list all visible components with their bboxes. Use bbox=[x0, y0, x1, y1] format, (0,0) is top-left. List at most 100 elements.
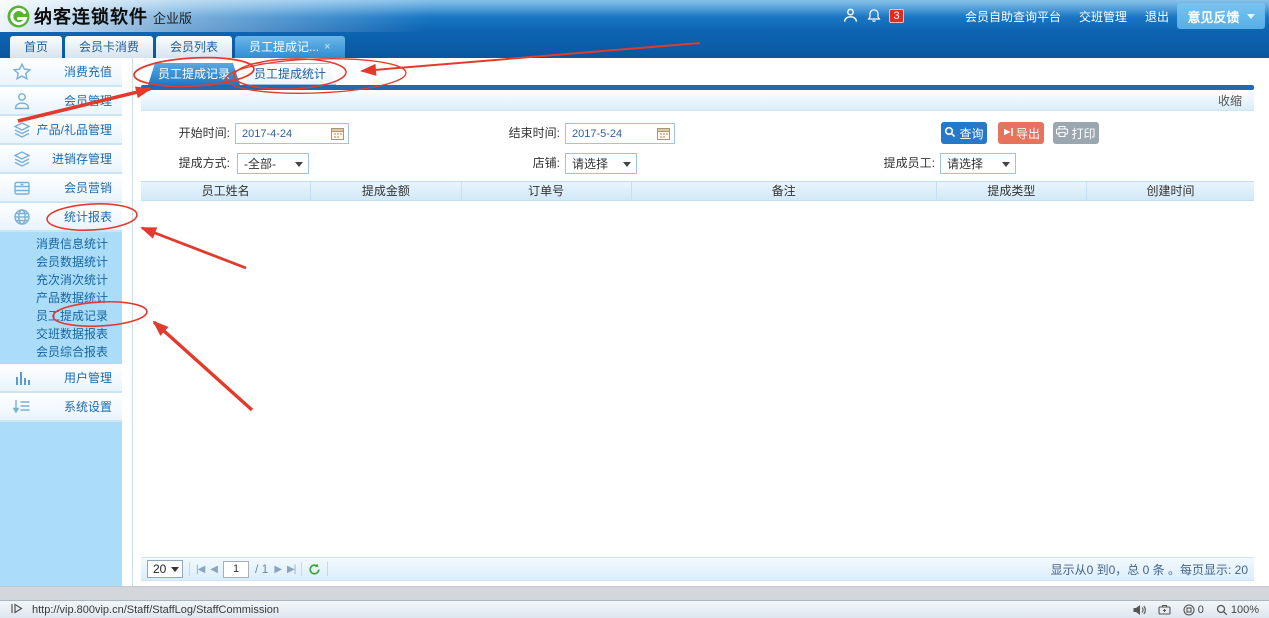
link-member-self-service[interactable]: 会员自助查询平台 bbox=[965, 8, 1061, 25]
tab-staff-commission-records[interactable]: 员工提成记录 bbox=[148, 63, 240, 85]
prev-page-icon[interactable]: ◀ bbox=[210, 564, 218, 575]
column-header-3[interactable]: 备注 bbox=[632, 182, 937, 200]
top-tab-member-list[interactable]: 会员列表 bbox=[156, 36, 233, 58]
console-error-count: 0 bbox=[1197, 603, 1204, 616]
top-tab-home[interactable]: 首页 bbox=[10, 36, 63, 58]
speaker-icon[interactable] bbox=[1132, 604, 1146, 616]
table-body bbox=[141, 201, 1254, 557]
feedback-label: 意见反馈 bbox=[1187, 9, 1240, 25]
bell-icon[interactable] bbox=[866, 8, 882, 24]
export-button[interactable]: 导出 bbox=[998, 122, 1044, 144]
tab-label: 会员列表 bbox=[170, 40, 219, 54]
status-play-icon bbox=[10, 602, 24, 617]
browser-status-bar: http://vip.800vip.cn/Staff/StaffLog/Staf… bbox=[0, 600, 1269, 618]
search-icon bbox=[944, 126, 956, 141]
sidebar-subitem-member-data-stats[interactable]: 会员数据统计 bbox=[0, 253, 122, 271]
start-date-value: 2017-4-24 bbox=[242, 127, 293, 140]
start-date-input[interactable]: 2017-4-24 bbox=[235, 123, 349, 144]
column-header-4[interactable]: 提成类型 bbox=[937, 182, 1088, 200]
sidebar-subitem-staff-commission-records[interactable]: 员工提成记录 bbox=[0, 307, 122, 325]
divider bbox=[301, 562, 303, 576]
status-right-icons: 0 100% bbox=[1132, 604, 1259, 616]
top-tab-bar: 首页 会员卡消费 会员列表 员工提成记... × bbox=[0, 32, 1269, 58]
sidebar-subitem-recharge-consume-count-stats[interactable]: 充次消次统计 bbox=[0, 271, 122, 289]
app-window: 纳客连锁软件 企业版 3 会员自助查询平台 交班管理 退出 意见反馈 首页 会员卡… bbox=[0, 0, 1269, 618]
page-size-select[interactable]: 20 bbox=[147, 560, 183, 578]
store-value: 请选择 bbox=[572, 157, 609, 171]
print-button[interactable]: 打印 bbox=[1053, 122, 1099, 144]
store-label: 店铺: bbox=[532, 156, 560, 170]
collapse-link[interactable]: 收缩 bbox=[1218, 92, 1242, 109]
settings-list-icon bbox=[12, 397, 36, 417]
chevron-down-icon bbox=[1246, 13, 1255, 23]
last-page-icon[interactable]: ▶| bbox=[287, 564, 296, 575]
commission-method-label: 提成方式: bbox=[178, 156, 230, 170]
logo-text: 纳客连锁软件 bbox=[34, 7, 148, 27]
commission-method-value: -全部- bbox=[244, 157, 276, 171]
sidebar-item-inventory-management[interactable]: 进销存管理 bbox=[0, 145, 122, 174]
console-errors-icon[interactable]: 0 bbox=[1183, 604, 1204, 616]
notification-badge[interactable]: 3 bbox=[889, 8, 904, 23]
page-count-label: / 1 bbox=[255, 562, 269, 576]
header-notification-area: 3 bbox=[842, 7, 904, 24]
link-logout[interactable]: 退出 bbox=[1145, 8, 1169, 25]
toolbar-strip: 收缩 bbox=[141, 90, 1254, 111]
column-header-1[interactable]: 提成金额 bbox=[311, 182, 462, 200]
top-tab-member-card-consume[interactable]: 会员卡消费 bbox=[65, 36, 154, 58]
sidebar: 消费充值 会员管理 产品/礼品管理 进销存管理会员营销统计报表 消费信息统计 会员数据统… bbox=[0, 58, 133, 586]
refresh-icon[interactable] bbox=[308, 563, 321, 576]
logo-edition: 企业版 bbox=[153, 11, 193, 26]
sidebar-item-consume-recharge[interactable]: 消费充值 bbox=[0, 58, 122, 87]
first-page-icon[interactable]: |◀ bbox=[196, 564, 205, 575]
sidebar-item-statistics-reports[interactable]: 统计报表 bbox=[0, 203, 122, 232]
sidebar-item-label: 系统设置 bbox=[63, 400, 112, 414]
sidebar-subitem-shift-data-report[interactable]: 交班数据报表 bbox=[0, 325, 122, 343]
app-header: 纳客连锁软件 企业版 3 会员自助查询平台 交班管理 退出 意见反馈 bbox=[0, 0, 1269, 32]
column-header-2[interactable]: 订单号 bbox=[462, 182, 632, 200]
next-page-icon[interactable]: ▶ bbox=[274, 564, 282, 575]
top-tab-staff-commission[interactable]: 员工提成记... × bbox=[235, 36, 345, 58]
tab-staff-commission-stats[interactable]: 员工提成统计 bbox=[244, 63, 336, 85]
page-number-input[interactable] bbox=[223, 560, 249, 578]
sidebar-item-product-gift-management[interactable]: 产品/礼品管理 bbox=[0, 116, 122, 145]
sidebar-item-label: 统计报表 bbox=[63, 210, 112, 224]
sidebar-subitem-consumption-info-stats[interactable]: 消费信息统计 bbox=[0, 235, 122, 253]
tab-label: 员工提成统计 bbox=[254, 67, 327, 81]
status-url: http://vip.800vip.cn/Staff/StaffLog/Staf… bbox=[32, 603, 280, 616]
sidebar-item-member-marketing[interactable]: 会员营销 bbox=[0, 174, 122, 203]
column-header-0[interactable]: 员工姓名 bbox=[141, 182, 312, 200]
column-header-5[interactable]: 创建时间 bbox=[1087, 182, 1254, 200]
store-select[interactable]: 请选择 bbox=[565, 153, 637, 174]
end-date-label: 结束时间: bbox=[508, 126, 560, 140]
tab-label: 会员卡消费 bbox=[79, 40, 140, 54]
user-icon[interactable] bbox=[842, 7, 859, 24]
feedback-button[interactable]: 意见反馈 bbox=[1177, 3, 1265, 29]
app-logo: 纳客连锁软件 企业版 bbox=[6, 3, 192, 29]
chevron-down-icon bbox=[171, 567, 179, 576]
sidebar-subitem-member-comprehensive-report[interactable]: 会员综合报表 bbox=[0, 343, 122, 361]
calendar-icon[interactable] bbox=[657, 127, 670, 140]
calendar-icon[interactable] bbox=[331, 127, 344, 140]
commission-staff-select[interactable]: 请选择 bbox=[940, 153, 1016, 174]
search-button[interactable]: 查询 bbox=[941, 122, 987, 144]
end-date-input[interactable]: 2017-5-24 bbox=[565, 123, 675, 144]
tab-label: 首页 bbox=[24, 40, 49, 54]
content-bottom-pad bbox=[141, 581, 1254, 586]
star-icon bbox=[12, 62, 36, 82]
toolbox-icon[interactable] bbox=[1158, 604, 1171, 615]
sidebar-item-user-management[interactable]: 用户管理 bbox=[0, 364, 122, 393]
sidebar-submenu: 消费信息统计 会员数据统计 充次消次统计 产品数据统计 员工提成记录 交班数据报表 会员综合… bbox=[0, 232, 122, 364]
sidebar-item-system-settings[interactable]: 系统设置 bbox=[0, 393, 122, 422]
zoom-level[interactable]: 100% bbox=[1216, 604, 1259, 616]
bar-chart-icon bbox=[12, 368, 36, 388]
sidebar-subitem-product-data-stats[interactable]: 产品数据统计 bbox=[0, 289, 122, 307]
link-shift-management[interactable]: 交班管理 bbox=[1079, 8, 1127, 25]
commission-method-select[interactable]: -全部- bbox=[237, 153, 309, 174]
close-tab-icon[interactable]: × bbox=[324, 42, 330, 53]
tab-label: 员工提成记录 bbox=[158, 67, 231, 81]
filter-panel: 开始时间: 2017-4-24 结束时间: 2017-5-24 查询 导出 打印… bbox=[141, 111, 1254, 181]
sidebar-item-member-management[interactable]: 会员管理 bbox=[0, 87, 122, 116]
drawer-icon bbox=[12, 178, 36, 198]
chevron-down-icon bbox=[1002, 161, 1010, 171]
sidebar-item-label: 会员营销 bbox=[63, 181, 112, 195]
